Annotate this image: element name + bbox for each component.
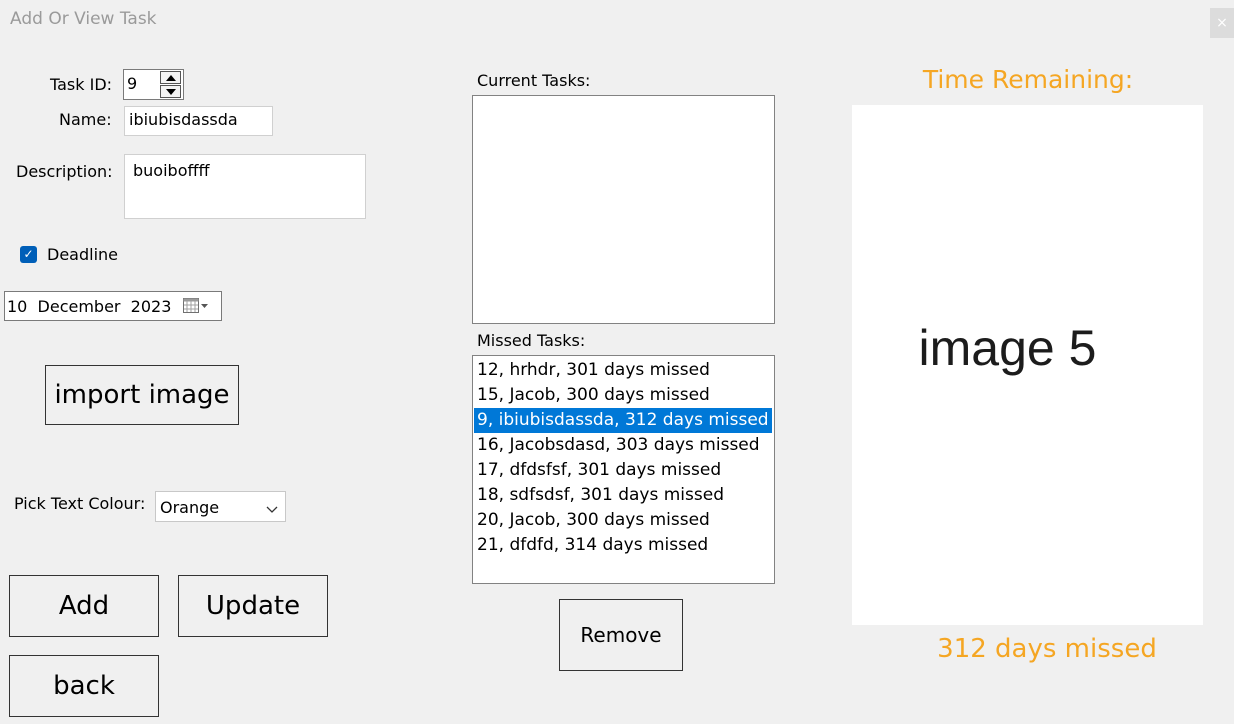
list-item[interactable]: 18, sdfsdsf, 301 days missed xyxy=(474,483,724,508)
calendar-icon[interactable] xyxy=(183,297,209,319)
task-image: image 5 xyxy=(852,105,1203,625)
deadline-date-picker[interactable]: 10 December 2023 xyxy=(4,291,222,321)
text-colour-select[interactable]: Orange xyxy=(155,491,286,522)
list-item[interactable]: 20, Jacob, 300 days missed xyxy=(474,508,710,533)
missed-tasks-label: Missed Tasks: xyxy=(477,331,586,350)
deadline-checkbox[interactable]: ✓ xyxy=(20,246,37,263)
status-text: 312 days missed xyxy=(937,634,1157,664)
back-button[interactable]: back xyxy=(9,655,159,717)
stepper-buttons xyxy=(160,71,182,99)
add-button[interactable]: Add xyxy=(9,575,159,637)
arrow-up-icon xyxy=(165,75,176,81)
list-item[interactable]: 21, dfdfd, 314 days missed xyxy=(474,533,708,558)
list-item[interactable]: 12, hrhdr, 301 days missed xyxy=(474,358,710,383)
description-label: Description: xyxy=(16,162,113,181)
task-id-value: 9 xyxy=(127,74,138,93)
arrow-down-icon xyxy=(165,89,176,95)
task-id-label: Task ID: xyxy=(50,75,113,94)
name-label: Name: xyxy=(59,110,112,129)
missed-tasks-list[interactable]: 12, hrhdr, 301 days missed 15, Jacob, 30… xyxy=(472,355,775,584)
increment-button[interactable] xyxy=(160,71,181,84)
window-title: Add Or View Task xyxy=(10,9,157,29)
check-icon: ✓ xyxy=(23,247,34,261)
time-remaining-label: Time Remaining: xyxy=(922,65,1134,94)
close-button[interactable]: × xyxy=(1210,8,1234,38)
remove-button[interactable]: Remove xyxy=(559,599,683,671)
chevron-down-icon xyxy=(266,500,278,519)
description-field[interactable]: buoiboffff xyxy=(124,154,366,219)
task-image-text: image 5 xyxy=(918,320,1097,376)
import-image-button[interactable]: import image xyxy=(45,365,239,425)
deadline-date-value: 10 December 2023 xyxy=(7,297,172,316)
list-item[interactable]: 15, Jacob, 300 days missed xyxy=(474,383,710,408)
task-id-stepper[interactable]: 9 xyxy=(123,69,184,100)
name-field[interactable]: ibiubisdassda xyxy=(124,106,273,136)
text-colour-label: Pick Text Colour: xyxy=(14,494,146,513)
list-item-selected[interactable]: 9, ibiubisdassda, 312 days missed xyxy=(474,408,772,433)
decrement-button[interactable] xyxy=(160,85,181,98)
current-tasks-list[interactable] xyxy=(472,95,775,324)
deadline-label: Deadline xyxy=(47,245,118,264)
text-colour-value: Orange xyxy=(160,498,220,517)
list-item[interactable]: 16, Jacobsdasd, 303 days missed xyxy=(474,433,760,458)
title-bar xyxy=(0,0,1234,42)
update-button[interactable]: Update xyxy=(178,575,328,637)
current-tasks-label: Current Tasks: xyxy=(477,71,591,90)
list-item[interactable]: 17, dfdsfsf, 301 days missed xyxy=(474,458,721,483)
